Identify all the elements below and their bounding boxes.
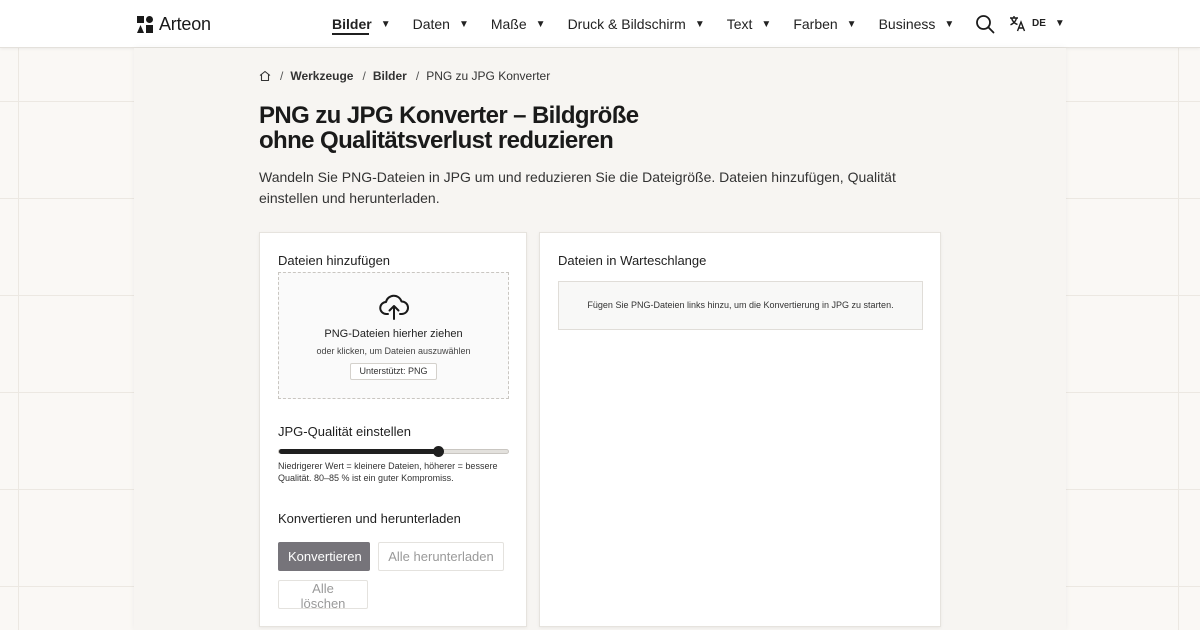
top-navigation-bar: Arteon Bilder ▼ Daten ▼ Maße ▼ Druck & B… <box>0 0 1200 48</box>
quality-slider-thumb[interactable] <box>433 446 445 457</box>
upload-settings-card: Dateien hinzufügen PNG-Dateien hierher z… <box>259 232 527 627</box>
chevron-down-icon: ▼ <box>846 18 857 30</box>
breadcrumb: / Werkzeuge / Bilder / PNG zu JPG Konver… <box>259 69 550 83</box>
quality-heading: JPG-Qualität einstellen <box>278 424 411 439</box>
queue-empty-state: Fügen Sie PNG-Dateien links hinzu, um di… <box>558 281 923 330</box>
breadcrumb-separator: / <box>280 69 284 83</box>
nav-item-label: Druck & Bildschirm <box>567 16 686 32</box>
nav-item-business[interactable]: Business ▼ <box>879 0 955 48</box>
chevron-down-icon: ▼ <box>761 18 772 30</box>
chevron-down-icon: ▼ <box>944 18 955 30</box>
breadcrumb-current: PNG zu JPG Konverter <box>426 69 551 83</box>
chevron-down-icon: ▼ <box>535 18 546 30</box>
nav-item-druck-bildschirm[interactable]: Druck & Bildschirm ▼ <box>568 0 705 48</box>
nav-item-text[interactable]: Text ▼ <box>727 0 772 48</box>
breadcrumb-item-bilder[interactable]: Bilder <box>373 69 407 83</box>
nav-item-daten[interactable]: Daten ▼ <box>413 0 469 48</box>
convert-button[interactable]: Konvertieren <box>278 542 370 571</box>
language-selector[interactable]: DE ▼ <box>1009 15 1065 32</box>
queue-heading: Dateien in Warteschlange <box>558 253 707 268</box>
page-title-line-2: ohne Qualitätsverlust reduzieren <box>259 127 614 154</box>
brand-logo[interactable]: Arteon <box>137 14 211 35</box>
main-navigation: Bilder ▼ Daten ▼ Maße ▼ Druck & Bildschi… <box>332 0 976 48</box>
cloud-upload-icon <box>379 294 409 320</box>
page-title-line-1: PNG zu JPG Konverter – Bildgröße <box>259 102 639 129</box>
brand-name: Arteon <box>159 14 211 34</box>
nav-item-label: Text <box>726 16 753 32</box>
nav-item-label: Daten <box>412 16 450 32</box>
chevron-down-icon: ▼ <box>380 18 391 30</box>
download-all-button[interactable]: Alle herunterladen <box>378 542 504 571</box>
nav-item-label: Bilder <box>332 16 372 32</box>
nav-item-label: Maße <box>490 16 527 32</box>
breadcrumb-item-werkzeuge[interactable]: Werkzeuge <box>290 69 353 83</box>
page-intro: Wandeln Sie PNG-Dateien in JPG um und re… <box>259 169 896 206</box>
chevron-down-icon: ▼ <box>1054 18 1065 29</box>
search-icon[interactable] <box>975 14 995 34</box>
clear-all-button[interactable]: Alle löschen <box>278 580 368 611</box>
home-icon[interactable] <box>259 70 271 82</box>
supported-formats-badge: Unterstützt: PNG <box>350 363 437 380</box>
translate-icon <box>1010 16 1026 32</box>
upload-heading: Dateien hinzufügen <box>278 253 391 268</box>
actions-heading: Konvertieren und herunterladen <box>278 511 461 526</box>
language-code: DE <box>1032 18 1046 29</box>
dropzone-click-text: oder klicken, um Dateien auszuwählen <box>316 346 471 356</box>
breadcrumb-separator: / <box>362 69 366 83</box>
nav-item-bilder[interactable]: Bilder ▼ <box>332 0 391 48</box>
nav-item-masse[interactable]: Maße ▼ <box>491 0 546 48</box>
nav-item-label: Farben <box>793 16 838 32</box>
chevron-down-icon: ▼ <box>458 18 469 30</box>
nav-item-farben[interactable]: Farben ▼ <box>793 0 856 48</box>
dropzone-drop-text: PNG-Dateien hierher ziehen <box>324 328 463 340</box>
nav-item-label: Business <box>878 16 936 32</box>
breadcrumb-separator: / <box>415 69 420 83</box>
quality-slider-fill <box>279 449 440 454</box>
chevron-down-icon: ▼ <box>694 18 705 30</box>
file-dropzone[interactable]: PNG-Dateien hierher ziehen oder klicken,… <box>278 272 509 399</box>
queue-card: Dateien in Warteschlange Fügen Sie PNG-D… <box>539 232 941 627</box>
page-title: PNG zu JPG Konverter – Bildgröße ohne Qu… <box>259 103 679 153</box>
quality-slider[interactable] <box>278 446 509 457</box>
quality-hint: Niedrigerer Wert = kleinere Dateien, höh… <box>278 461 498 483</box>
arteon-logo-icon <box>137 16 153 33</box>
